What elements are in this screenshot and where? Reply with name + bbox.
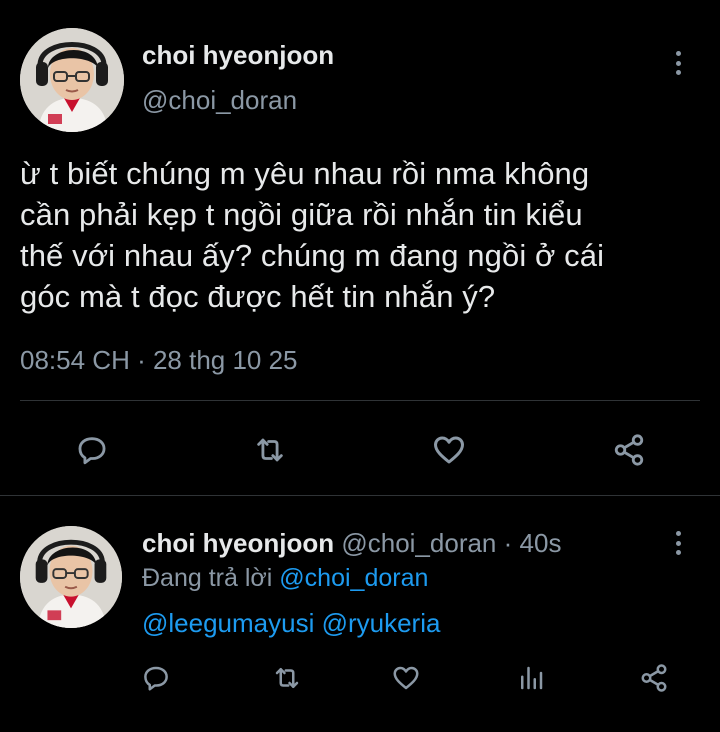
tweet-timestamp[interactable]: 08:54 CH · 28 thg 10 25 (20, 345, 298, 376)
reply-retweet-button[interactable] (270, 661, 304, 695)
like-icon (393, 666, 419, 690)
tweet-line: cần phải kẹp t ngồi giữa rồi nhắn tin ki… (20, 197, 583, 232)
reply-share-button[interactable] (637, 661, 671, 695)
more-options-icon[interactable] (673, 51, 683, 75)
retweet-icon (275, 668, 299, 688)
reply-icon (78, 437, 106, 465)
like-button[interactable] (429, 430, 469, 470)
reply-avatar[interactable] (20, 526, 122, 628)
replying-to-link[interactable]: @choi_doran (279, 564, 428, 592)
tweet-line: ừ t biết chúng m yêu nhau rồi nma không (20, 156, 590, 191)
tweet-line: thế với nhau ấy? chúng m đang ngồi ở cái (20, 238, 605, 273)
section-divider (0, 495, 720, 496)
tweet-text: ừ t biết chúng m yêu nhau rồi nma không … (20, 153, 710, 317)
reply-views-button[interactable] (514, 661, 548, 695)
replying-prefix: Đang trả lời (142, 564, 273, 592)
views-icon (521, 666, 543, 690)
like-icon (434, 436, 464, 464)
reply-display-name[interactable]: choi hyeonjoon (142, 528, 334, 558)
reply-mentions[interactable]: @leegumayusi @ryukeria (142, 608, 440, 639)
reply-icon (144, 666, 168, 691)
share-icon (614, 434, 644, 466)
tweet-line: góc mà t đọc được hết tin nhắn ý? (20, 279, 496, 314)
reply-reply-button[interactable] (139, 661, 173, 695)
reply-header: choi hyeonjoon @choi_doran · 40s (142, 528, 561, 559)
reply-button[interactable] (72, 430, 112, 470)
retweet-icon (257, 438, 283, 462)
replying-to: Đang trả lời @choi_doran (142, 564, 428, 593)
reply-like-button[interactable] (389, 661, 423, 695)
share-button[interactable] (609, 430, 649, 470)
retweet-button[interactable] (250, 430, 290, 470)
divider (20, 400, 700, 401)
user-handle[interactable]: @choi_doran (142, 85, 297, 116)
reply-handle[interactable]: @choi_doran (341, 528, 496, 558)
share-icon (641, 664, 667, 692)
reply-age: · 40s (503, 528, 562, 558)
display-name[interactable]: choi hyeonjoon (142, 40, 334, 71)
avatar[interactable] (20, 28, 124, 132)
reply-more-options-icon[interactable] (673, 531, 683, 555)
